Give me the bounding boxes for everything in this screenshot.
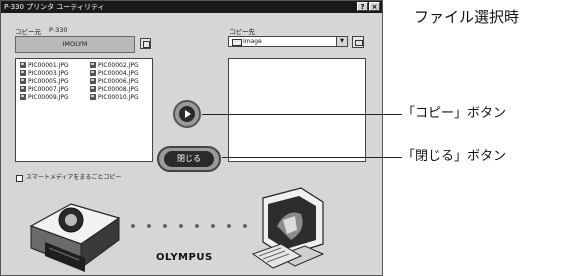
copy-all-checkbox[interactable] bbox=[16, 175, 23, 182]
destination-folder-select[interactable]: Image ▼ bbox=[228, 36, 348, 47]
file-item[interactable]: PIC00010.JPG bbox=[90, 94, 139, 101]
play-arrow-icon bbox=[179, 106, 195, 122]
jpg-file-icon bbox=[20, 62, 26, 68]
computer-icon bbox=[251, 187, 325, 269]
source-device-field: IMOLYM bbox=[15, 36, 135, 53]
window-title: P-330 プリンタ ユーティリティ bbox=[4, 3, 105, 11]
connection-dots bbox=[131, 224, 247, 228]
destination-list[interactable] bbox=[228, 58, 366, 162]
file-item[interactable]: PIC00005.JPG bbox=[20, 78, 69, 85]
file-item[interactable]: PIC00007.JPG bbox=[20, 86, 69, 93]
copy-button[interactable] bbox=[173, 100, 201, 128]
copy-callout-label: 「コピー」ボタン bbox=[402, 106, 507, 121]
close-button[interactable]: 閉じる bbox=[157, 146, 221, 172]
file-item[interactable]: PIC00004.JPG bbox=[90, 70, 139, 77]
source-select-button[interactable] bbox=[140, 38, 151, 49]
file-list[interactable]: PIC00001.JPG PIC00002.JPG PIC00003.JPG P… bbox=[15, 58, 153, 162]
copy-all-label: スマートメディアをまるごとコピー bbox=[26, 174, 122, 181]
app-window: P-330 プリンタ ユーティリティ ? × コピー元 P-330 IMOLYM… bbox=[0, 0, 383, 276]
source-label: コピー元 bbox=[15, 28, 41, 36]
olympus-logo: OLYMPUS bbox=[156, 252, 213, 263]
chevron-down-icon[interactable]: ▼ bbox=[336, 37, 347, 46]
close-button-label: 閉じる bbox=[164, 151, 214, 167]
jpg-file-icon bbox=[20, 78, 26, 84]
file-item[interactable]: PIC00002.JPG bbox=[90, 62, 139, 69]
destination-folder-name: Image bbox=[243, 38, 262, 45]
window-close-button[interactable]: × bbox=[369, 2, 380, 11]
jpg-file-icon bbox=[20, 86, 26, 92]
file-item[interactable]: PIC00006.JPG bbox=[90, 78, 139, 85]
screen-caption: ファイル選択時 bbox=[414, 8, 520, 26]
file-item[interactable]: PIC00009.JPG bbox=[20, 94, 69, 101]
new-folder-button[interactable] bbox=[352, 36, 364, 48]
destination-label: コピー先 bbox=[229, 28, 255, 36]
close-callout-line bbox=[222, 157, 402, 158]
jpg-file-icon bbox=[90, 62, 96, 68]
file-item[interactable]: PIC00008.JPG bbox=[90, 86, 139, 93]
help-button[interactable]: ? bbox=[357, 2, 368, 11]
source-model: P-330 bbox=[49, 26, 68, 34]
file-item[interactable]: PIC00001.JPG bbox=[20, 62, 69, 69]
close-callout-label: 「閉じる」ボタン bbox=[402, 149, 507, 164]
title-bar: P-330 プリンタ ユーティリティ ? × bbox=[1, 1, 382, 13]
jpg-file-icon bbox=[90, 86, 96, 92]
file-item[interactable]: PIC00003.JPG bbox=[20, 70, 69, 77]
jpg-file-icon bbox=[90, 94, 96, 100]
folder-icon bbox=[232, 39, 242, 46]
printer-icon bbox=[29, 203, 121, 272]
jpg-file-icon bbox=[20, 94, 26, 100]
jpg-file-icon bbox=[20, 70, 26, 76]
copy-callout-line bbox=[202, 114, 402, 115]
jpg-file-icon bbox=[90, 78, 96, 84]
jpg-file-icon bbox=[90, 70, 96, 76]
page: P-330 プリンタ ユーティリティ ? × コピー元 P-330 IMOLYM… bbox=[0, 0, 569, 276]
